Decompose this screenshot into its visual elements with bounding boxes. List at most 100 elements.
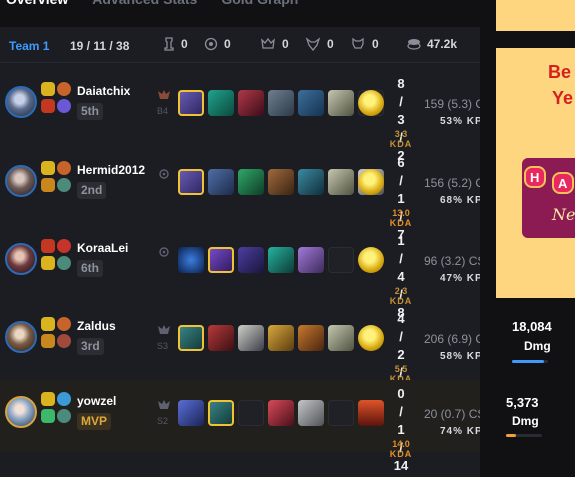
- role-icon: [158, 325, 170, 334]
- player-rank-badge: 3rd: [77, 338, 104, 355]
- stats-tabs: Overview Advanced Stats Gold Graph: [0, 0, 298, 13]
- player-name[interactable]: Zaldus: [77, 319, 116, 333]
- cs-value: 156 (5.2): [424, 176, 473, 190]
- role-icon: [159, 247, 169, 257]
- objective-heralds: 0: [350, 37, 379, 51]
- item-icon[interactable]: [208, 90, 234, 116]
- champion-avatar[interactable]: [5, 86, 37, 118]
- oracle-lens-icon[interactable]: [358, 400, 384, 426]
- item-icon[interactable]: [178, 247, 204, 273]
- item-icon[interactable]: [238, 90, 264, 116]
- team-label: Team 1: [9, 39, 50, 53]
- kill-participation: 68% KP: [440, 195, 483, 206]
- player-row[interactable]: Daiatchix 5th B4 8 / 3 / 2 3.3 KDA 159 (…: [0, 70, 492, 163]
- item-icon[interactable]: [238, 247, 264, 273]
- trinket-icon[interactable]: [358, 90, 384, 116]
- precision-rune-icon: [57, 161, 71, 175]
- item-icon[interactable]: [208, 247, 234, 273]
- damage-value: 5,373: [506, 395, 539, 410]
- tab-overview[interactable]: Overview: [6, 0, 68, 13]
- empty-item-slot: [328, 400, 354, 426]
- champion-avatar[interactable]: [5, 321, 37, 353]
- item-icon[interactable]: [208, 169, 234, 195]
- player-name[interactable]: Daiatchix: [77, 84, 130, 98]
- ad-text-line-1: Be: [548, 62, 572, 82]
- kill-participation: 74% KP: [440, 426, 483, 437]
- player-rank-badge: 5th: [77, 103, 103, 120]
- player-name[interactable]: Hermid2012: [77, 163, 145, 177]
- inspiration-rune-icon: [57, 392, 71, 406]
- item-icon[interactable]: [298, 247, 324, 273]
- player-row[interactable]: KoraaLei 6th 1 / 4 / 8 2.3 KDA 96 (3.2) …: [0, 227, 485, 320]
- champion-avatar[interactable]: [5, 243, 37, 275]
- kda-label: KDA: [389, 449, 413, 459]
- domination-rune-icon: [57, 239, 71, 253]
- kill-participation: 53% KP: [440, 116, 483, 127]
- cs-value: 159 (5.3): [424, 97, 473, 111]
- summoner-spells: [41, 392, 75, 426]
- precision-rune-icon: [57, 317, 71, 331]
- item-build: [178, 90, 384, 116]
- item-icon[interactable]: [178, 400, 204, 426]
- flash-spell-icon: [41, 392, 55, 406]
- player-row[interactable]: yowzel MVP S2 0 / 1 / 14 14.0 KDA 20 (0.…: [0, 380, 485, 473]
- player-row[interactable]: Hermid2012 2nd 6 / 1 / 7 13.0 KDA 156 (5…: [0, 149, 492, 242]
- trinket-icon[interactable]: [358, 325, 384, 351]
- item-icon[interactable]: [238, 325, 264, 351]
- item-icon[interactable]: [208, 400, 234, 426]
- item-icon[interactable]: [238, 169, 264, 195]
- cs-value: 20 (0.7): [424, 407, 466, 421]
- team-scoreboard: Team 1 19 / 11 / 38 0 0 0 0 0 47.2k Daia…: [0, 27, 492, 477]
- item-icon[interactable]: [268, 325, 294, 351]
- item-icon[interactable]: [208, 325, 234, 351]
- player-name[interactable]: KoraaLei: [77, 241, 128, 255]
- objective-towers: 0: [163, 37, 188, 51]
- item-icon[interactable]: [178, 325, 204, 351]
- flash-spell-icon: [41, 256, 55, 270]
- flash-spell-icon: [41, 161, 55, 175]
- item-icon[interactable]: [298, 169, 324, 195]
- item-icon[interactable]: [268, 247, 294, 273]
- kda-label: KDA: [389, 139, 413, 149]
- resolve-rune-icon: [57, 409, 71, 423]
- flash-spell-icon: [41, 82, 55, 96]
- heal-spell-icon: [41, 239, 55, 253]
- item-icon[interactable]: [178, 169, 204, 195]
- herald-icon: [352, 37, 364, 49]
- item-icon[interactable]: [268, 400, 294, 426]
- team-kda: 19 / 11 / 38: [70, 39, 130, 53]
- tab-advanced-stats[interactable]: Advanced Stats: [92, 0, 197, 13]
- damage-value: 18,084: [512, 319, 552, 334]
- tab-gold-graph[interactable]: Gold Graph: [221, 0, 298, 13]
- mvp-badge: MVP: [77, 413, 112, 430]
- lane-label: S3: [157, 341, 169, 351]
- ad-banner-top[interactable]: [496, 0, 575, 31]
- item-icon[interactable]: [298, 400, 324, 426]
- damage-bar: [506, 434, 542, 437]
- champion-avatar[interactable]: [5, 165, 37, 197]
- domination-rune-icon: [57, 334, 71, 348]
- item-icon[interactable]: [298, 90, 324, 116]
- item-icon[interactable]: [328, 169, 354, 195]
- player-name[interactable]: yowzel: [77, 394, 116, 408]
- player-row[interactable]: Zaldus 3rd S3 4 / 2 / 7 5.5 KDA 206 (6.9…: [0, 305, 492, 398]
- item-icon[interactable]: [178, 90, 204, 116]
- summoner-spells: [41, 161, 75, 195]
- heal-spell-icon: [41, 409, 55, 423]
- ad-banner[interactable]: Be Ye H A Ne: [496, 48, 575, 298]
- item-icon[interactable]: [298, 325, 324, 351]
- item-icon[interactable]: [328, 90, 354, 116]
- summoner-spells: [41, 239, 75, 273]
- cs-value: 206 (6.9): [424, 332, 473, 346]
- item-icon[interactable]: [268, 90, 294, 116]
- role-icon: [158, 90, 170, 99]
- cs-value: 96 (3.2): [424, 254, 466, 268]
- trinket-icon[interactable]: [358, 247, 384, 273]
- champion-avatar[interactable]: [5, 396, 37, 428]
- ignite-spell-icon: [41, 178, 55, 192]
- dragon-icon: [305, 37, 321, 51]
- item-icon[interactable]: [328, 325, 354, 351]
- item-icon[interactable]: [268, 169, 294, 195]
- player-rank-badge: 2nd: [77, 182, 107, 199]
- trinket-icon[interactable]: [358, 169, 384, 195]
